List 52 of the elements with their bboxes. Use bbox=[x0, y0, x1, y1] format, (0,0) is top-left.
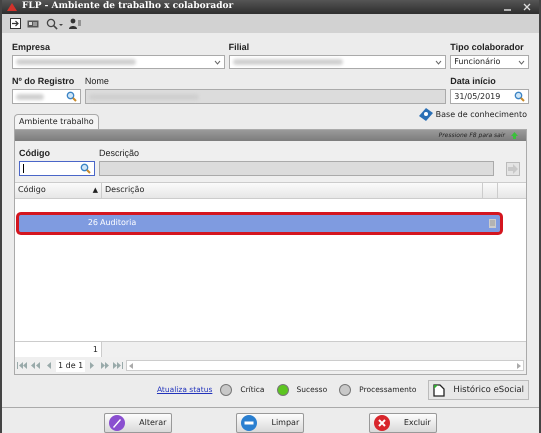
close-icon bbox=[374, 415, 390, 431]
column-header[interactable]: Código bbox=[18, 184, 46, 196]
history-button[interactable]: Histórico eSocial bbox=[428, 380, 529, 400]
previous-page-icon[interactable] bbox=[30, 362, 41, 369]
caret-icon bbox=[214, 60, 221, 65]
up-arrow-icon[interactable] bbox=[511, 132, 518, 139]
table-cell-text: Auditoria bbox=[100, 217, 138, 230]
right-arrow-icon[interactable] bbox=[506, 162, 520, 176]
count-cell: 1 bbox=[15, 342, 102, 357]
field-label: Descrição bbox=[99, 146, 140, 159]
search-field[interactable] bbox=[12, 89, 81, 104]
search-icon[interactable] bbox=[46, 18, 63, 30]
field-label: Filial bbox=[228, 41, 250, 54]
edit-button[interactable]: Alterar bbox=[104, 413, 172, 433]
caret-icon bbox=[435, 60, 442, 65]
caret-icon bbox=[518, 60, 525, 65]
search-icon[interactable] bbox=[80, 162, 91, 174]
next-page-icon[interactable] bbox=[100, 362, 112, 369]
document-icon bbox=[433, 384, 446, 396]
exit-icon[interactable] bbox=[10, 18, 21, 30]
field-label: Empresa bbox=[12, 41, 52, 54]
field-label: Nº do Registro bbox=[12, 75, 76, 88]
search-icon[interactable] bbox=[66, 91, 77, 102]
field-label: Data início bbox=[450, 75, 497, 88]
clear-button[interactable]: Limpar bbox=[236, 413, 304, 433]
scroll-left-icon[interactable] bbox=[129, 362, 134, 368]
search-icon[interactable] bbox=[514, 91, 526, 102]
close-icon[interactable] bbox=[523, 3, 531, 12]
scroll-right-icon[interactable] bbox=[517, 362, 521, 368]
first-page-icon[interactable] bbox=[17, 362, 28, 369]
minus-icon bbox=[241, 415, 258, 431]
tab[interactable]: Ambiente trabalho bbox=[14, 114, 99, 129]
dropdown-field[interactable]: Funcionário bbox=[450, 55, 529, 70]
id-card-icon[interactable] bbox=[27, 18, 40, 29]
horizontal-scrollbar[interactable] bbox=[126, 360, 524, 371]
document-icon[interactable] bbox=[489, 218, 496, 228]
dropdown-field[interactable] bbox=[228, 55, 446, 70]
table-cell-text: 26 bbox=[86, 217, 99, 230]
column-header[interactable]: Descrição bbox=[105, 184, 144, 196]
date-field[interactable]: 31/05/2019 bbox=[450, 89, 530, 104]
field-label: Nome bbox=[84, 75, 110, 88]
window-title: FLP - Ambiente de trabalho x colaborador bbox=[22, 0, 234, 14]
users-icon[interactable] bbox=[69, 18, 81, 30]
last-page-icon[interactable] bbox=[113, 362, 124, 369]
knowledge-base-link[interactable]: Base de conhecimento bbox=[436, 108, 527, 121]
dropdown-field[interactable] bbox=[12, 55, 225, 70]
search-field[interactable] bbox=[19, 160, 95, 176]
field-label: Código bbox=[19, 146, 51, 159]
redaction-mark bbox=[16, 94, 44, 100]
delete-button[interactable]: Excluir bbox=[368, 413, 437, 433]
page-indicator: 1 de 1 bbox=[56, 360, 86, 372]
field-label: Tipo colaborador bbox=[450, 41, 525, 54]
